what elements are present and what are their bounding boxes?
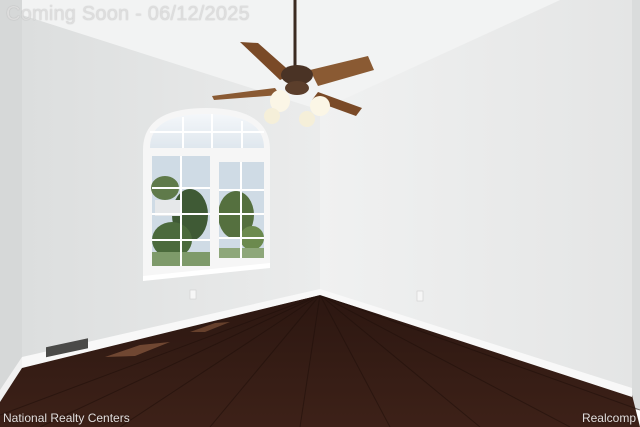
arched-window	[143, 108, 270, 281]
wall-outlet	[189, 289, 197, 300]
coming-soon-banner: Coming Soon - 06/12/2025	[6, 3, 250, 25]
room-photo	[0, 0, 640, 427]
door-frame	[632, 0, 640, 410]
side-wall	[0, 0, 22, 395]
agency-watermark: National Realty Centers	[3, 411, 130, 425]
wall-outlet	[416, 290, 424, 302]
listing-photo: Coming Soon - 06/12/2025 National Realty…	[0, 0, 640, 427]
mls-watermark: Realcomp	[581, 411, 636, 425]
